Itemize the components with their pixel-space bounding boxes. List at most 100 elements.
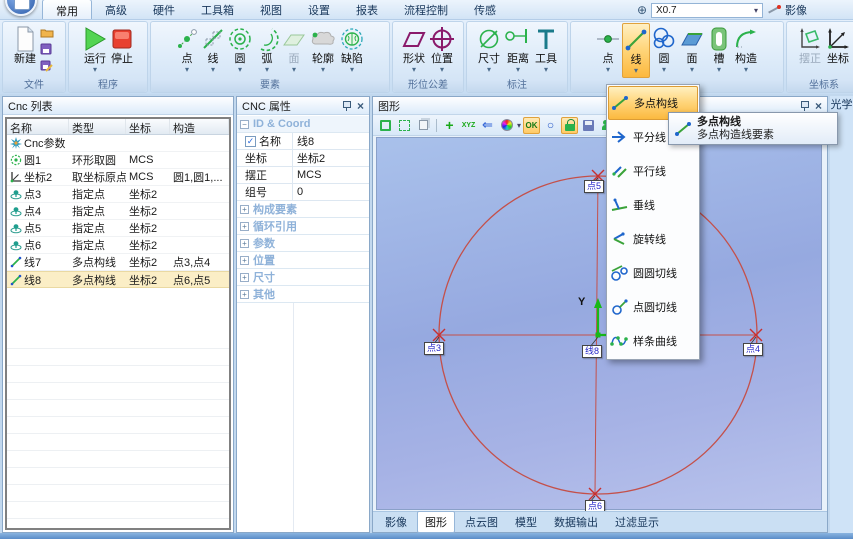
view-tab[interactable]: 模型 (508, 512, 544, 532)
collapsed-section[interactable]: + 参数 (237, 235, 369, 252)
construct-construct-button[interactable]: 构造 ▾ (732, 23, 760, 78)
collapsed-section[interactable]: + 尺寸 (237, 269, 369, 286)
defect-feature-button[interactable]: 缺陷 ▾ (338, 23, 366, 78)
expand-icon[interactable]: + (240, 290, 249, 299)
construct-slot-button[interactable]: 槽 ▾ (706, 23, 732, 78)
ribbon-tab[interactable]: 传感 (461, 0, 509, 19)
expand-icon[interactable]: + (240, 222, 249, 231)
stop-button[interactable]: 停止 (109, 23, 135, 78)
collapse-icon[interactable]: − (240, 120, 249, 129)
menu-item-rotated-line[interactable]: 旋转线 (608, 222, 698, 256)
save-view-icon[interactable] (580, 117, 597, 134)
align-value[interactable]: MCS (293, 167, 369, 183)
table-row[interactable]: 点4 指定点 坐标2 (7, 203, 229, 220)
menu-item-perpendicular-line[interactable]: 垂线 (608, 188, 698, 222)
construct-line-button[interactable]: 线 ▾ (622, 23, 650, 78)
measure-pen-icon[interactable] (767, 4, 781, 16)
shape-tolerance-button[interactable]: 形状 ▾ (400, 23, 428, 78)
collapsed-section[interactable]: + 构成要素 (237, 201, 369, 218)
table-row[interactable]: 圆1 环形取圆 MCS (7, 152, 229, 169)
view-tab[interactable]: 过滤显示 (608, 512, 666, 532)
name-value[interactable]: 线8 (293, 133, 369, 149)
line8-label[interactable]: 线8 (582, 345, 602, 358)
point-feature-button[interactable]: 点 ▾ (174, 23, 200, 78)
color-wheel-icon[interactable] (498, 117, 515, 134)
align-button[interactable]: 摆正 (796, 23, 824, 78)
collapsed-section[interactable]: + 其他 (237, 286, 369, 303)
table-row[interactable]: 点5 指定点 坐标2 (7, 220, 229, 237)
column-header[interactable]: 构造 (170, 119, 229, 134)
position-tolerance-button[interactable]: 位置 ▾ (428, 23, 456, 78)
app-menu-button[interactable] (5, 0, 37, 16)
collapsed-section[interactable]: + 循环引用 (237, 218, 369, 235)
run-button[interactable]: 运行 ▾ (81, 23, 109, 78)
property-row[interactable]: 坐标 坐标2 (237, 150, 369, 167)
view-tab[interactable]: 数据输出 (547, 512, 605, 532)
ribbon-tab[interactable]: 常用 (42, 0, 92, 19)
ribbon-tab[interactable]: 高级 (92, 0, 140, 19)
ribbon-tab[interactable]: 工具箱 (188, 0, 247, 19)
distance-button[interactable]: 距离 ▾ (503, 23, 533, 78)
menu-item-spline-curve[interactable]: 样条曲线 (608, 324, 698, 358)
ribbon-tab[interactable]: 报表 (343, 0, 391, 19)
name-checkbox[interactable]: ✓ (245, 136, 256, 147)
expand-icon[interactable]: + (240, 239, 249, 248)
menu-item-point-circle-tangent[interactable]: 点圆切线 (608, 290, 698, 324)
pin-icon[interactable] (800, 100, 809, 111)
fit-selection-icon[interactable] (396, 117, 413, 134)
ribbon-tab[interactable]: 视图 (247, 0, 295, 19)
line-feature-button[interactable]: 线 ▾ (200, 23, 226, 78)
table-row[interactable]: 线7 多点构线 坐标2 点3,点4 (7, 254, 229, 271)
column-header[interactable]: 类型 (69, 119, 126, 134)
construct-circle-button[interactable]: 圆 ▾ (650, 23, 678, 78)
property-row[interactable]: ✓名称 线8 (237, 133, 369, 150)
save-as-icon[interactable] (40, 60, 54, 75)
expand-icon[interactable]: + (240, 205, 249, 214)
point4-label[interactable]: 点4 (743, 343, 763, 356)
pin-icon[interactable] (342, 100, 351, 111)
arc-feature-button[interactable]: 弧 ▾ (254, 23, 280, 78)
property-row[interactable]: 组号 0 (237, 184, 369, 201)
point3-label[interactable]: 点3 (424, 342, 444, 355)
menu-item-circle-circle-tangent[interactable]: 圆圆切线 (608, 256, 698, 290)
circle-feature-button[interactable]: 圆 ▾ (226, 23, 254, 78)
view-tab[interactable]: 点云图 (458, 512, 505, 532)
xyz-axes-icon[interactable]: XYZ (460, 117, 477, 134)
column-header[interactable]: 名称 (7, 119, 69, 134)
profile-feature-button[interactable]: 轮廓 ▾ (308, 23, 338, 78)
ribbon-tab[interactable]: 硬件 (140, 0, 188, 19)
section-id-coord[interactable]: − ID & Coord (237, 116, 369, 133)
close-icon[interactable]: × (815, 101, 822, 111)
lock-view-icon[interactable] (561, 117, 578, 134)
close-icon[interactable]: × (357, 101, 364, 111)
circle-tool-icon[interactable]: ○ (542, 117, 559, 134)
crosshair-add-icon[interactable]: + (441, 117, 458, 134)
column-header[interactable]: 坐标 (126, 119, 170, 134)
copy-view-icon[interactable] (415, 117, 432, 134)
table-row[interactable]: 点6 指定点 坐标2 (7, 237, 229, 254)
coordinate-button[interactable]: 坐标 (824, 23, 852, 78)
view-tab[interactable]: 图形 (417, 511, 455, 533)
expand-icon[interactable]: + (240, 256, 249, 265)
select-arrow-icon[interactable]: ⇐ (479, 117, 496, 134)
table-row[interactable]: 坐标2 取坐标原点 MCS 圆1,圆1,... (7, 169, 229, 186)
menu-item-parallel-line[interactable]: 平行线 (608, 154, 698, 188)
ribbon-tab[interactable]: 设置 (295, 0, 343, 19)
table-row[interactable]: 点3 指定点 坐标2 (7, 186, 229, 203)
expand-icon[interactable]: + (240, 273, 249, 282)
save-icon[interactable] (40, 43, 54, 58)
optics-panel-tab[interactable]: 光学 (830, 96, 853, 533)
table-row[interactable]: 线8 多点构线 坐标2 点6,点5 (7, 271, 229, 288)
point5-label[interactable]: 点5 (584, 180, 604, 193)
table-row[interactable]: Cnc参数 (7, 135, 229, 152)
property-row[interactable]: 摆正 MCS (237, 167, 369, 184)
graphics-canvas[interactable]: Y 点5 点3 点4 点6 线8 (376, 137, 822, 510)
fit-view-icon[interactable] (377, 117, 394, 134)
plane-feature-button[interactable]: 面 ▾ (280, 23, 308, 78)
group-number-value[interactable]: 0 (293, 184, 369, 200)
magnification-select[interactable]: X0.7 ▾ (651, 3, 763, 18)
collapsed-section[interactable]: + 位置 (237, 252, 369, 269)
ok-confirm-icon[interactable]: OK (523, 117, 540, 134)
tool-button[interactable]: 工具 ▾ (533, 23, 559, 78)
new-file-button[interactable]: 新建 (12, 23, 38, 78)
